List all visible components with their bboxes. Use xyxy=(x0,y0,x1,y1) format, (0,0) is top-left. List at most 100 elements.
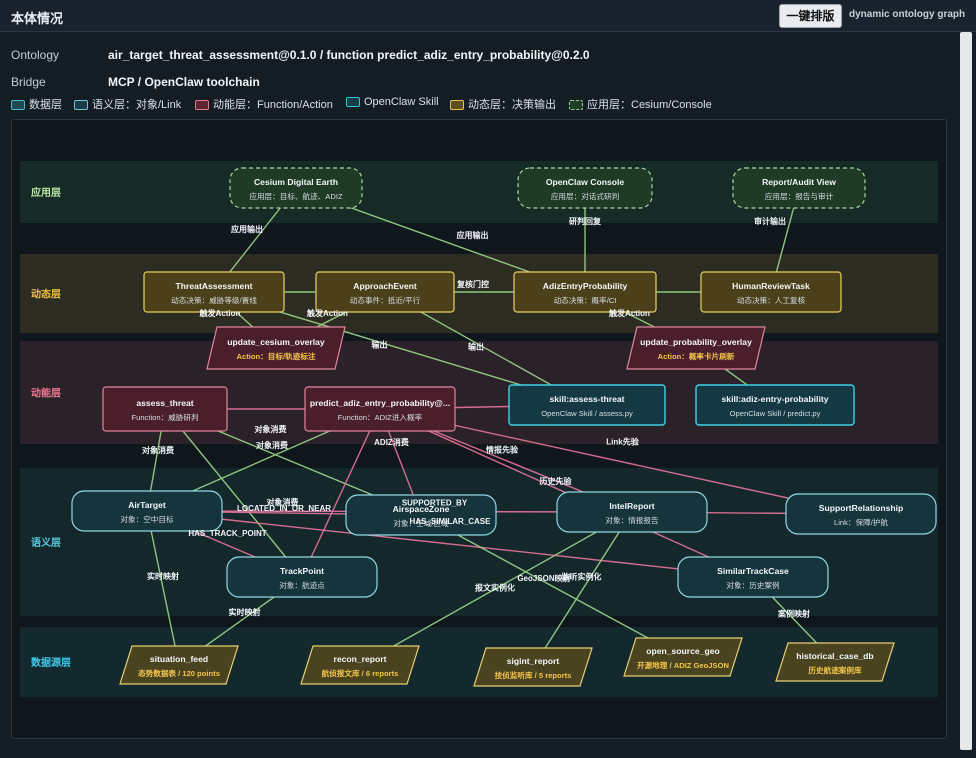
node-shape xyxy=(102,386,228,432)
node-situation[interactable]: situation_feed 态势数据表 / 120 points xyxy=(119,645,239,685)
node-console[interactable]: OpenClaw Console 应用层：对话式研判 xyxy=(517,167,653,209)
node-shape xyxy=(315,271,455,313)
edge-label: 触发Action xyxy=(307,308,348,318)
node-shape xyxy=(71,490,223,532)
node-subtitle: 航侦报文库 / 6 reports xyxy=(322,668,399,678)
node-assess[interactable]: assess_threat Function：威胁研判 xyxy=(102,386,228,432)
edge-label: HAS_TRACK_POINT xyxy=(188,529,266,538)
ontology-graph[interactable]: 应用层动态层动能层语义层数据源层 Cesium Digital Earth 应用层… xyxy=(0,0,976,758)
node-subtitle: 动态决策：概率/CI xyxy=(554,295,617,305)
edge-label: 审计输出 xyxy=(754,216,786,226)
node-title: Report/Audit View xyxy=(762,177,836,187)
node-title: update_cesium_overlay xyxy=(227,337,325,347)
node-title: SimilarTrackCase xyxy=(717,566,789,576)
node-subtitle: 动态决策：威胁等级/置线 xyxy=(171,295,257,305)
edge-label: LOCATED_IN_OR_NEAR xyxy=(237,504,331,513)
node-title: IntelReport xyxy=(609,501,654,511)
edge-label: Link先验 xyxy=(606,437,639,447)
layer-label-func: 动能层 xyxy=(31,387,61,400)
node-cesium[interactable]: Cesium Digital Earth 应用层：目标、航迹、ADIZ xyxy=(229,167,363,209)
edge-label: 情报先验 xyxy=(485,445,519,455)
node-adizprob[interactable]: AdizEntryProbability 动态决策：概率/CI xyxy=(513,271,657,313)
node-title: TrackPoint xyxy=(280,566,324,576)
node-subtitle: 对象：历史案例 xyxy=(726,580,780,590)
node-shape xyxy=(677,556,829,598)
edge-label: SUPPORTED_BY xyxy=(402,499,468,508)
node-subtitle: 技侦监听库 / 5 reports xyxy=(495,670,572,680)
edge-label: 应用输出 xyxy=(231,224,263,234)
edge-label: 研判回复 xyxy=(569,216,602,226)
node-subtitle: Action：目标/轨迹标注 xyxy=(237,351,316,361)
node-shape xyxy=(226,556,378,598)
node-subtitle: 应用层：对话式研判 xyxy=(551,191,619,201)
node-support[interactable]: SupportRelationship Link：保障/护航 xyxy=(785,493,937,535)
layer-label-data: 数据源层 xyxy=(31,656,71,669)
edge-label: 对象消费 xyxy=(255,424,287,434)
node-subtitle: 动态事件：抵近/平行 xyxy=(350,295,421,305)
node-title: skill:adiz-entry-probability xyxy=(722,394,829,404)
node-subtitle: 对象：情报报告 xyxy=(605,515,659,525)
node-subtitle: 开源地理 / ADIZ GeoJSON xyxy=(637,660,729,670)
layer-label-dyn: 动态层 xyxy=(31,288,61,301)
node-shape xyxy=(556,491,708,533)
node-title: SupportRelationship xyxy=(819,503,904,513)
node-title: situation_feed xyxy=(150,654,208,664)
edge-label: 案例映射 xyxy=(777,609,810,619)
node-shape xyxy=(700,271,842,313)
node-shape xyxy=(785,493,937,535)
edge-label: 应用输出 xyxy=(457,230,489,240)
node-updprob[interactable]: update_probability_overlay Action：概率卡片刷新 xyxy=(626,326,766,370)
node-threat[interactable]: ThreatAssessment 动态决策：威胁等级/置线 xyxy=(143,271,285,313)
node-recon[interactable]: recon_report 航侦报文库 / 6 reports xyxy=(300,645,420,685)
node-subtitle: 历史航迹案例库 xyxy=(808,665,862,675)
node-shape xyxy=(119,645,239,685)
node-title: AdizEntryProbability xyxy=(543,281,628,291)
node-approach[interactable]: ApproachEvent 动态事件：抵近/平行 xyxy=(315,271,455,313)
node-intel[interactable]: IntelReport 对象：情报报告 xyxy=(556,491,708,533)
node-skassess[interactable]: skill:assess-threat OpenClaw Skill / asse… xyxy=(508,384,666,426)
node-title: open_source_geo xyxy=(646,646,720,656)
edge-label: 历史先验 xyxy=(540,476,573,486)
node-subtitle: Function：ADIZ进入概率 xyxy=(338,412,423,422)
node-report[interactable]: Report/Audit View 应用层：报告与审计 xyxy=(732,167,866,209)
node-shape xyxy=(143,271,285,313)
node-title: recon_report xyxy=(333,654,386,664)
node-updcesium[interactable]: update_cesium_overlay Action：目标/轨迹标注 xyxy=(206,326,346,370)
node-subtitle: 态势数据表 / 120 points xyxy=(138,668,220,678)
edge-label: 触发Action xyxy=(609,308,650,318)
edge-label: 触发Action xyxy=(200,308,241,318)
node-shape xyxy=(473,647,593,687)
edge-label: 对象消费 xyxy=(142,445,174,455)
node-subtitle: Link：保障/护航 xyxy=(834,517,888,527)
node-subtitle: OpenClaw Skill / predict.py xyxy=(730,409,821,418)
node-shape xyxy=(300,645,420,685)
node-title: update_probability_overlay xyxy=(640,337,752,347)
node-title: OpenClaw Console xyxy=(546,177,625,187)
node-subtitle: OpenClaw Skill / assess.py xyxy=(541,409,633,418)
node-similar[interactable]: SimilarTrackCase 对象：历史案例 xyxy=(677,556,829,598)
node-trackpoint[interactable]: TrackPoint 对象：航迹点 xyxy=(226,556,378,598)
node-shape xyxy=(695,384,855,426)
node-osgeo[interactable]: open_source_geo 开源地理 / ADIZ GeoJSON xyxy=(623,637,743,677)
edge-label: 复核门控 xyxy=(456,279,489,289)
layer-label-sem: 语义层 xyxy=(31,536,61,549)
edge-label: 对象消费 xyxy=(256,440,288,450)
node-subtitle: Function：威胁研判 xyxy=(131,412,198,422)
node-skadiz[interactable]: skill:adiz-entry-probability OpenClaw Ski… xyxy=(695,384,855,426)
node-title: historical_case_db xyxy=(796,651,873,661)
node-shape xyxy=(304,386,456,432)
node-shape xyxy=(206,326,346,370)
node-predict[interactable]: predict_adiz_entry_probability@... Functi… xyxy=(304,386,456,432)
node-title: ThreatAssessment xyxy=(176,281,253,291)
node-humanreview[interactable]: HumanReviewTask 动态决策：人工复核 xyxy=(700,271,842,313)
edge-label: 实时映射 xyxy=(229,607,261,617)
node-subtitle: 对象：航迹点 xyxy=(279,580,325,590)
node-title: assess_threat xyxy=(136,398,193,408)
node-sigint[interactable]: sigint_report 技侦监听库 / 5 reports xyxy=(473,647,593,687)
node-airtarget[interactable]: AirTarget 对象：空中目标 xyxy=(71,490,223,532)
node-title: ApproachEvent xyxy=(353,281,417,291)
node-subtitle: 应用层：目标、航迹、ADIZ xyxy=(249,191,343,201)
vertical-scrollbar[interactable] xyxy=(960,32,972,750)
node-shape xyxy=(623,637,743,677)
node-histcase[interactable]: historical_case_db 历史航迹案例库 xyxy=(775,642,895,682)
